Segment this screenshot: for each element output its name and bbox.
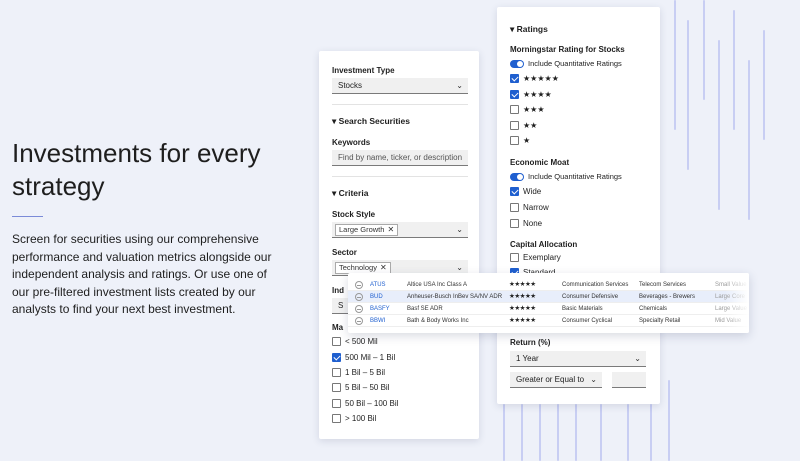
security-name: Altice USA Inc Class A xyxy=(407,282,468,288)
divider xyxy=(332,176,468,177)
search-securities-header[interactable]: ▾ Search Securities xyxy=(332,116,410,127)
stock-style-label: Stock Style xyxy=(332,210,376,219)
checkbox[interactable] xyxy=(510,253,519,262)
remove-circle-icon[interactable] xyxy=(355,293,363,301)
industry-cell: Telecom Services xyxy=(639,282,687,288)
checkbox[interactable] xyxy=(510,136,519,145)
security-name: Bath & Body Works Inc xyxy=(407,318,469,324)
checkbox[interactable] xyxy=(332,353,341,362)
return-label: Return (%) xyxy=(510,338,551,347)
filter-panel-left: Investment Type Stocks ⌄ ▾ Search Securi… xyxy=(319,51,479,439)
star-rating-icon: ★★ xyxy=(523,121,538,130)
chevron-down-icon: ⌄ xyxy=(456,225,463,234)
checkbox[interactable] xyxy=(510,219,519,228)
checkbox[interactable] xyxy=(510,105,519,114)
investment-type-value: Stocks xyxy=(338,81,363,90)
remove-circle-icon[interactable] xyxy=(355,305,363,313)
results-table: ATUS Altice USA Inc Class A ★★★★★ Commun… xyxy=(348,273,749,333)
return-period-select[interactable]: 1 Year ⌄ xyxy=(510,351,646,367)
table-fade xyxy=(725,273,749,333)
checkbox[interactable] xyxy=(510,90,519,99)
ticker-link[interactable]: BBWI xyxy=(370,315,385,327)
economic-moat-label: Economic Moat xyxy=(510,158,570,167)
ticker-link[interactable]: BUD xyxy=(370,291,383,303)
checkbox[interactable] xyxy=(332,414,341,423)
morningstar-rating-label: Morningstar Rating for Stocks xyxy=(510,45,625,54)
table-row[interactable]: ATUS Altice USA Inc Class A ★★★★★ Commun… xyxy=(348,279,749,291)
hero-title: Investments for every strategy xyxy=(12,138,261,201)
sector-cell: Consumer Defensive xyxy=(562,294,619,300)
caret-down-icon: ▾ xyxy=(332,116,337,126)
hero-divider xyxy=(12,216,43,217)
star-rating-icon: ★★★★★ xyxy=(509,317,536,324)
toggle-switch[interactable] xyxy=(510,173,524,181)
caret-down-icon: ▾ xyxy=(510,24,515,34)
criteria-header[interactable]: ▾ Criteria xyxy=(332,188,368,199)
table-row[interactable]: BASFY Basf SE ADR ★★★★★ Basic Materials … xyxy=(348,303,749,315)
chevron-down-icon: ⌄ xyxy=(634,354,641,363)
star-rating-icon: ★★★★ xyxy=(523,90,552,99)
ratings-header[interactable]: ▾ Ratings xyxy=(510,24,548,35)
security-name: Anheuser-Busch InBev SA/NV ADR xyxy=(407,294,503,300)
market-cap-label: Ma xyxy=(332,323,344,332)
capital-allocation-label: Capital Allocation xyxy=(510,240,578,249)
table-row[interactable]: BUD Anheuser-Busch InBev SA/NV ADR ★★★★★… xyxy=(348,291,749,303)
ticker-link[interactable]: ATUS xyxy=(370,279,386,291)
checkbox[interactable] xyxy=(510,187,519,196)
star-rating-icon: ★★★ xyxy=(523,105,545,114)
hero-description: Screen for securities using our comprehe… xyxy=(12,232,272,316)
divider xyxy=(332,104,468,105)
chevron-down-icon: ⌄ xyxy=(590,375,597,384)
table-row[interactable]: BBWI Bath & Body Works Inc ★★★★★ Consume… xyxy=(348,315,749,327)
chevron-down-icon: ⌄ xyxy=(456,81,463,90)
checkbox[interactable] xyxy=(510,121,519,130)
star-rating-icon: ★★★★★ xyxy=(509,305,536,312)
caret-down-icon: ▾ xyxy=(332,188,337,198)
checkbox[interactable] xyxy=(332,399,341,408)
sector-cell: Consumer Cyclical xyxy=(562,318,613,324)
checkbox[interactable] xyxy=(332,368,341,377)
sector-cell: Communication Services xyxy=(562,282,629,288)
checkbox[interactable] xyxy=(510,74,519,83)
investment-type-label: Investment Type xyxy=(332,66,395,75)
security-name: Basf SE ADR xyxy=(407,306,443,312)
checkbox[interactable] xyxy=(510,203,519,212)
return-operator-select[interactable]: Greater or Equal to ⌄ xyxy=(510,372,602,388)
toggle-switch[interactable] xyxy=(510,60,524,68)
remove-circle-icon[interactable] xyxy=(355,317,363,325)
remove-circle-icon[interactable] xyxy=(355,281,363,289)
checkbox[interactable] xyxy=(332,337,341,346)
return-value-input[interactable] xyxy=(612,372,646,388)
stock-style-select[interactable]: Large Growth ✕ ⌄ xyxy=(332,222,468,238)
industry-cell: Chemicals xyxy=(639,306,668,312)
sector-cell: Basic Materials xyxy=(562,306,603,312)
close-icon[interactable]: ✕ xyxy=(387,225,394,234)
industry-cell: Specialty Retail xyxy=(639,318,681,324)
star-rating-icon: ★★★★★ xyxy=(509,293,536,300)
close-icon[interactable]: ✕ xyxy=(380,263,387,272)
ticker-link[interactable]: BASFY xyxy=(370,303,390,315)
keywords-input[interactable]: Find by name, ticker, or description xyxy=(332,150,468,166)
investment-type-select[interactable]: Stocks ⌄ xyxy=(332,78,468,94)
star-rating-icon: ★★★★★ xyxy=(509,281,536,288)
industry-cell: Beverages - Brewers xyxy=(639,294,696,300)
star-rating-icon: ★ xyxy=(523,136,531,145)
stock-style-chip[interactable]: Large Growth ✕ xyxy=(335,224,399,236)
sector-label: Sector xyxy=(332,248,357,257)
keywords-label: Keywords xyxy=(332,138,371,147)
checkbox[interactable] xyxy=(332,383,341,392)
industry-label: Ind xyxy=(332,286,344,295)
star-rating-icon: ★★★★★ xyxy=(523,74,559,83)
filter-panel-right: ▾ Ratings Morningstar Rating for Stocks … xyxy=(497,7,660,404)
